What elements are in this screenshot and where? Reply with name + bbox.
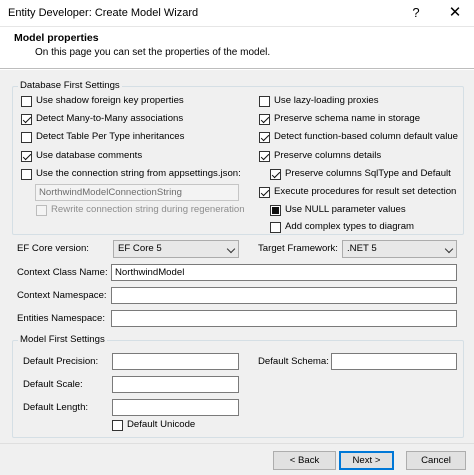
entities-namespace-label: Entities Namespace: [17, 313, 105, 324]
tpt-inheritance-label: Detect Table Per Type inheritances [36, 131, 185, 142]
default-scale-input[interactable] [112, 376, 239, 393]
target-framework-label: Target Framework: [258, 243, 338, 254]
execute-procedures-label: Execute procedures for result set detect… [274, 186, 457, 197]
target-framework-select[interactable]: .NET 5 [342, 240, 457, 258]
db-comments-checkbox[interactable] [21, 151, 32, 162]
ef-core-version-select[interactable]: EF Core 5 [113, 240, 239, 258]
preserve-sqltype-label: Preserve columns SqlType and Default [285, 168, 451, 179]
default-unicode-label: Default Unicode [127, 419, 196, 430]
null-parameters-label: Use NULL parameter values [285, 204, 406, 215]
default-precision-input[interactable] [112, 353, 239, 370]
function-default-checkbox[interactable] [259, 132, 270, 143]
target-framework-value: .NET 5 [347, 243, 377, 254]
window-title: Entity Developer: Create Model Wizard [8, 7, 199, 19]
default-unicode-checkbox[interactable] [112, 420, 123, 431]
context-namespace-label: Context Namespace: [17, 290, 107, 301]
model-first-legend: Model First Settings [18, 334, 107, 345]
appsettings-connection-label: Use the connection string from appsettin… [36, 168, 241, 179]
preserve-schema-checkbox[interactable] [259, 114, 270, 125]
appsettings-connection-checkbox[interactable] [21, 169, 32, 180]
next-button[interactable]: Next > [339, 451, 394, 470]
help-button[interactable]: ? [404, 2, 428, 24]
wizard-footer: < Back Next > Cancel [0, 443, 474, 475]
null-parameters-checkbox[interactable] [270, 205, 281, 216]
cancel-button[interactable]: Cancel [406, 451, 466, 470]
page-subtitle: On this page you can set the properties … [35, 47, 271, 58]
default-precision-label: Default Precision: [23, 356, 99, 367]
function-default-label: Detect function-based column default val… [274, 131, 458, 142]
default-length-input[interactable] [112, 399, 239, 416]
lazy-loading-label: Use lazy-loading proxies [274, 95, 379, 106]
chevron-down-icon [444, 244, 454, 254]
preserve-schema-label: Preserve schema name in storage [274, 113, 421, 124]
wizard-content: Database First Settings Use shadow forei… [0, 70, 474, 443]
preserve-columns-label: Preserve columns details [274, 150, 382, 161]
rewrite-connection-checkbox[interactable] [36, 205, 47, 216]
many-to-many-checkbox[interactable] [21, 114, 32, 125]
many-to-many-label: Detect Many-to-Many associations [36, 113, 184, 124]
entities-namespace-input[interactable] [111, 310, 457, 327]
complex-types-checkbox[interactable] [270, 222, 281, 233]
db-comments-label: Use database comments [36, 150, 143, 161]
title-bar: Entity Developer: Create Model Wizard ? … [0, 0, 474, 27]
default-schema-input[interactable] [331, 353, 457, 370]
connection-string-input[interactable]: NorthwindModelConnectionString [35, 184, 239, 201]
preserve-sqltype-checkbox[interactable] [270, 169, 281, 180]
shadow-fk-checkbox[interactable] [21, 96, 32, 107]
complex-types-label: Add complex types to diagram [285, 221, 415, 232]
context-class-name-input[interactable]: NorthwindModel [111, 264, 457, 281]
tpt-inheritance-checkbox[interactable] [21, 132, 32, 143]
context-class-name-label: Context Class Name: [17, 267, 108, 278]
execute-procedures-checkbox[interactable] [259, 187, 270, 198]
wizard-header: Model properties On this page you can se… [0, 27, 474, 69]
default-scale-label: Default Scale: [23, 379, 83, 390]
rewrite-connection-label: Rewrite connection string during regener… [51, 204, 245, 215]
back-button[interactable]: < Back [273, 451, 336, 470]
preserve-columns-checkbox[interactable] [259, 151, 270, 162]
lazy-loading-checkbox[interactable] [259, 96, 270, 107]
default-schema-label: Default Schema: [258, 356, 329, 367]
context-namespace-input[interactable] [111, 287, 457, 304]
ef-core-version-label: EF Core version: [17, 243, 89, 254]
ef-core-version-value: EF Core 5 [118, 243, 162, 254]
page-title: Model properties [14, 32, 99, 44]
shadow-fk-label: Use shadow foreign key properties [36, 95, 184, 106]
close-button[interactable]: ✕ [441, 2, 469, 24]
chevron-down-icon [226, 244, 236, 254]
default-length-label: Default Length: [23, 402, 89, 413]
database-first-legend: Database First Settings [18, 80, 122, 91]
